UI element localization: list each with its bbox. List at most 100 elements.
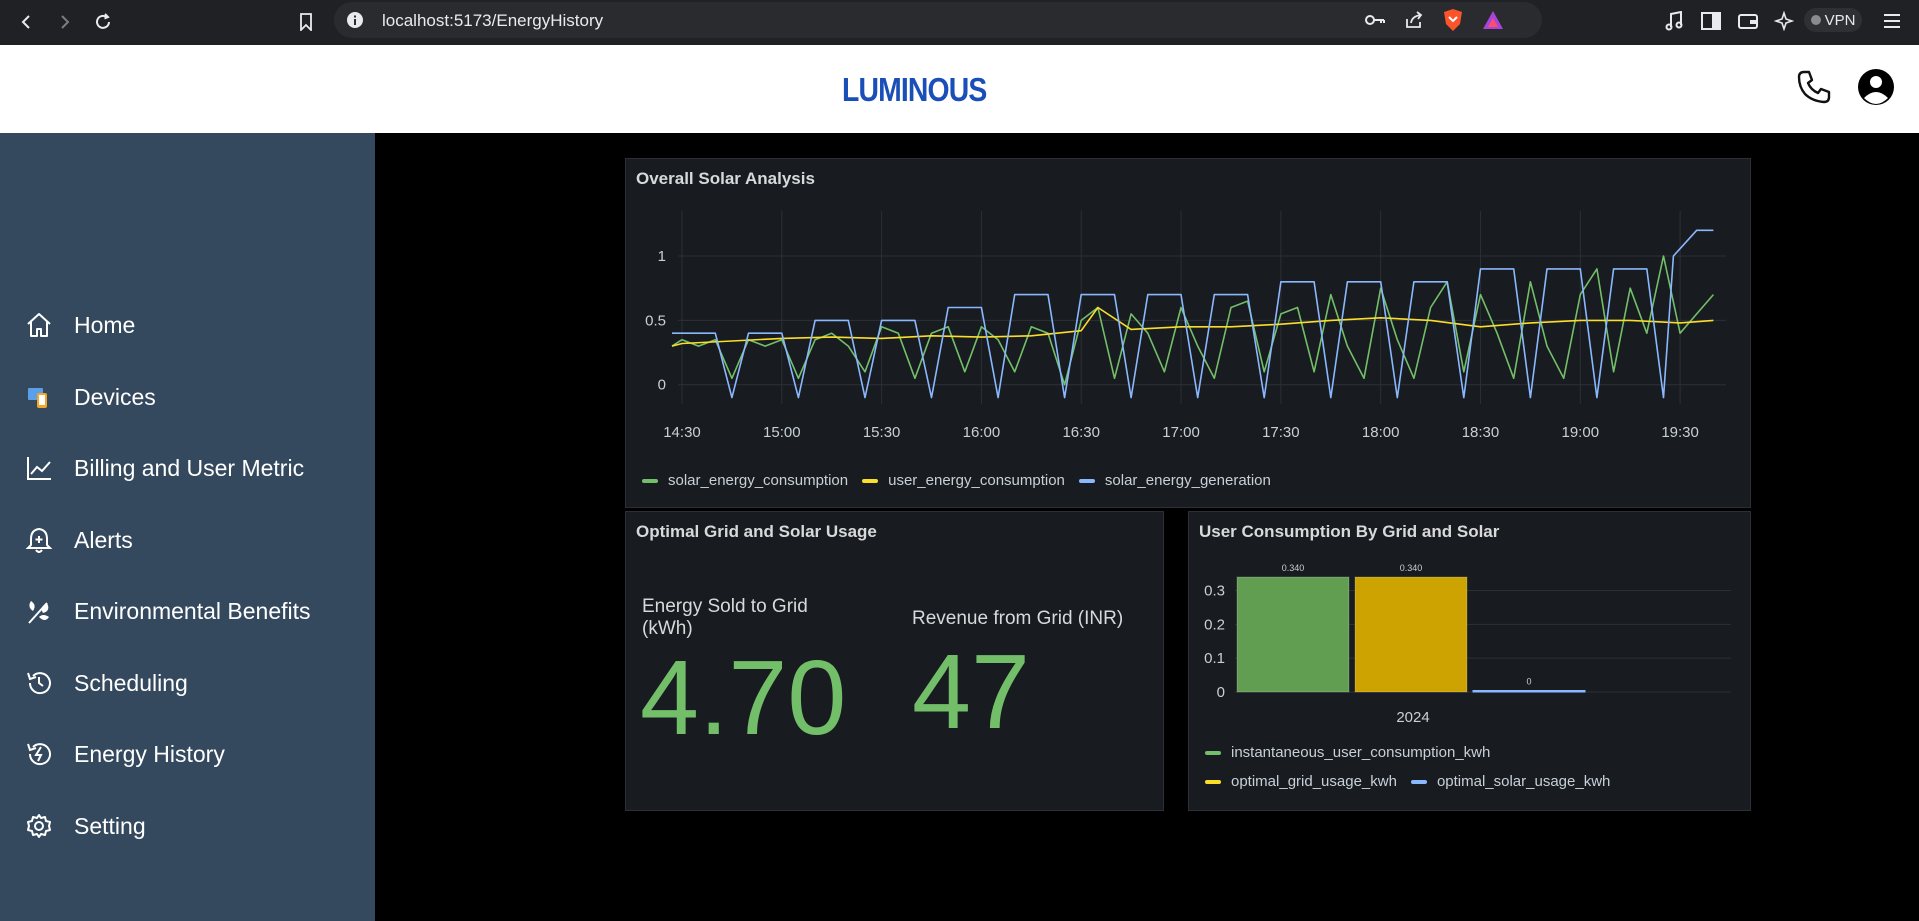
energy-icon bbox=[24, 739, 54, 769]
panel-title: User Consumption By Grid and Solar bbox=[1199, 522, 1500, 541]
x-tick-label: 17:30 bbox=[1262, 424, 1300, 441]
bar-value-label: 0 bbox=[1526, 677, 1531, 687]
legend-item[interactable]: solar_energy_generation bbox=[1105, 472, 1271, 489]
legend-item[interactable]: user_energy_consumption bbox=[888, 472, 1065, 489]
legend-item[interactable]: optimal_grid_usage_kwh bbox=[1231, 773, 1397, 790]
brave-shield-icon[interactable] bbox=[1442, 8, 1464, 37]
share-icon[interactable] bbox=[1404, 10, 1424, 35]
sidebar-item-scheduling[interactable]: Scheduling bbox=[24, 663, 188, 703]
x-tick-label: 19:00 bbox=[1562, 424, 1600, 441]
sidebar-item-label: Devices bbox=[74, 383, 156, 410]
vpn-label: VPN bbox=[1824, 11, 1856, 29]
sidebar-item-devices[interactable]: Devices bbox=[24, 377, 156, 417]
x-tick-label: 16:30 bbox=[1062, 424, 1100, 441]
bar-value-label: 0.340 bbox=[1282, 563, 1305, 573]
x-tick-label: 15:00 bbox=[763, 424, 801, 441]
bar bbox=[1236, 576, 1350, 693]
revenue-label: Revenue from Grid (INR) bbox=[912, 608, 1124, 629]
chart-line-icon bbox=[24, 453, 54, 483]
sidebar-item-label: Energy History bbox=[74, 740, 225, 767]
leo-ai-icon[interactable] bbox=[1770, 7, 1798, 35]
legend-item[interactable]: solar_energy_consumption bbox=[668, 472, 848, 489]
site-info-icon[interactable] bbox=[346, 11, 364, 34]
legend-swatch bbox=[1205, 750, 1221, 755]
x-tick-label: 14:30 bbox=[663, 424, 701, 441]
panel-title: Optimal Grid and Solar Usage bbox=[636, 522, 877, 541]
series-line bbox=[672, 229, 1714, 399]
energy-sold-label-line2: (kWh) bbox=[642, 618, 693, 639]
legend-item[interactable]: optimal_solar_usage_kwh bbox=[1437, 773, 1610, 790]
legend-swatch bbox=[1410, 779, 1427, 784]
url-text[interactable]: localhost:5173/EnergyHistory bbox=[382, 11, 603, 31]
y-tick-label: 0.1 bbox=[1204, 650, 1225, 667]
brave-rewards-icon[interactable] bbox=[1482, 10, 1504, 35]
luminous-logo[interactable]: LUMINOUS bbox=[842, 71, 987, 109]
bar bbox=[1472, 690, 1586, 693]
wallet-icon[interactable] bbox=[1734, 7, 1762, 35]
y-tick-label: 1 bbox=[658, 248, 666, 265]
sidebar-item-environmental-benefits[interactable]: Environmental Benefits bbox=[24, 591, 311, 631]
user-consumption-panel: User Consumption By Grid and Solar 0 0.1 0… bbox=[1188, 511, 1751, 811]
chart-legend: optimal_grid_usage_kwh optimal_solar_usa… bbox=[1205, 773, 1610, 790]
legend-swatch bbox=[862, 478, 879, 483]
x-tick-label: 16:00 bbox=[963, 424, 1001, 441]
menu-icon[interactable] bbox=[1878, 7, 1906, 35]
forward-icon[interactable] bbox=[49, 7, 79, 37]
solar-analysis-panel: Overall Solar Analysis 0 0.5 1 14:30 15:00 15… bbox=[625, 158, 1751, 508]
x-tick-label: 17:00 bbox=[1162, 424, 1200, 441]
vpn-button[interactable]: VPN bbox=[1804, 8, 1862, 32]
sidebar-item-alerts[interactable]: Alerts bbox=[24, 520, 133, 560]
legend-swatch bbox=[1078, 478, 1095, 483]
panel-title: Overall Solar Analysis bbox=[636, 169, 815, 188]
history-icon bbox=[24, 668, 54, 698]
sidebar-item-label: Environmental Benefits bbox=[74, 597, 311, 624]
browser-toolbar: localhost:5173/EnergyHistory VPN bbox=[0, 0, 1919, 45]
y-tick-label: 0.5 bbox=[645, 312, 666, 329]
sidebar-item-energy-history[interactable]: Energy History bbox=[24, 734, 225, 774]
x-tick-label: 18:00 bbox=[1362, 424, 1400, 441]
x-tick-label: 18:30 bbox=[1462, 424, 1500, 441]
sidebar-item-label: Scheduling bbox=[74, 669, 188, 696]
key-icon[interactable] bbox=[1364, 11, 1386, 34]
phone-icon[interactable] bbox=[1794, 67, 1834, 107]
x-category-label: 2024 bbox=[1396, 709, 1429, 726]
sidebar-item-billing[interactable]: Billing and User Metric bbox=[24, 448, 304, 488]
home-icon bbox=[24, 310, 54, 340]
sidebar-nav: Home Devices Billing and User Metric Ale… bbox=[0, 133, 375, 921]
solar-line-chart[interactable]: 0 0.5 1 14:30 15:00 15:30 16:00 16:30 17:00 17:30… bbox=[626, 199, 1750, 469]
consumption-bar-chart[interactable]: 0 0.1 0.2 0.3 0.340 0.340 0 2024 bbox=[1189, 557, 1749, 747]
bookmark-icon[interactable] bbox=[291, 7, 321, 37]
sidebar-item-label: Alerts bbox=[74, 526, 133, 553]
x-tick-label: 15:30 bbox=[863, 424, 901, 441]
bell-icon bbox=[24, 525, 54, 555]
address-bar[interactable]: localhost:5173/EnergyHistory bbox=[334, 2, 1542, 38]
user-account-icon[interactable] bbox=[1856, 67, 1896, 107]
energy-sold-label: Energy Sold to Grid (kWh) bbox=[642, 596, 808, 640]
devices-icon bbox=[24, 382, 54, 412]
sidebar-item-setting[interactable]: Setting bbox=[24, 806, 146, 846]
leaf-icon bbox=[24, 596, 54, 626]
gear-icon bbox=[24, 811, 54, 841]
y-tick-label: 0.2 bbox=[1204, 616, 1225, 633]
legend-item[interactable]: instantaneous_user_consumption_kwh bbox=[1231, 744, 1490, 761]
sidebar-item-home[interactable]: Home bbox=[24, 305, 135, 345]
y-tick-label: 0 bbox=[658, 377, 666, 394]
sidebar-item-label: Billing and User Metric bbox=[74, 454, 305, 481]
optimal-usage-panel: Optimal Grid and Solar Usage Energy Sold… bbox=[625, 511, 1164, 811]
sidebar-toggle-icon[interactable] bbox=[1697, 7, 1725, 35]
music-icon[interactable] bbox=[1660, 7, 1688, 35]
back-icon[interactable] bbox=[12, 7, 42, 37]
reload-icon[interactable] bbox=[88, 7, 118, 37]
sidebar-item-label: Home bbox=[74, 311, 136, 338]
energy-sold-label-line1: Energy Sold to Grid bbox=[642, 596, 808, 617]
bar bbox=[1354, 576, 1468, 693]
y-tick-label: 0.3 bbox=[1204, 583, 1225, 600]
legend-swatch bbox=[642, 478, 658, 483]
chart-legend: solar_energy_consumption user_energy_con… bbox=[642, 472, 1271, 489]
x-tick-label: 19:30 bbox=[1661, 424, 1699, 441]
vpn-status-icon bbox=[1810, 15, 1821, 25]
legend-swatch bbox=[1205, 779, 1221, 784]
series-line bbox=[671, 306, 1714, 347]
y-tick-label: 0 bbox=[1217, 684, 1225, 701]
revenue-value: 47 bbox=[912, 633, 1030, 751]
